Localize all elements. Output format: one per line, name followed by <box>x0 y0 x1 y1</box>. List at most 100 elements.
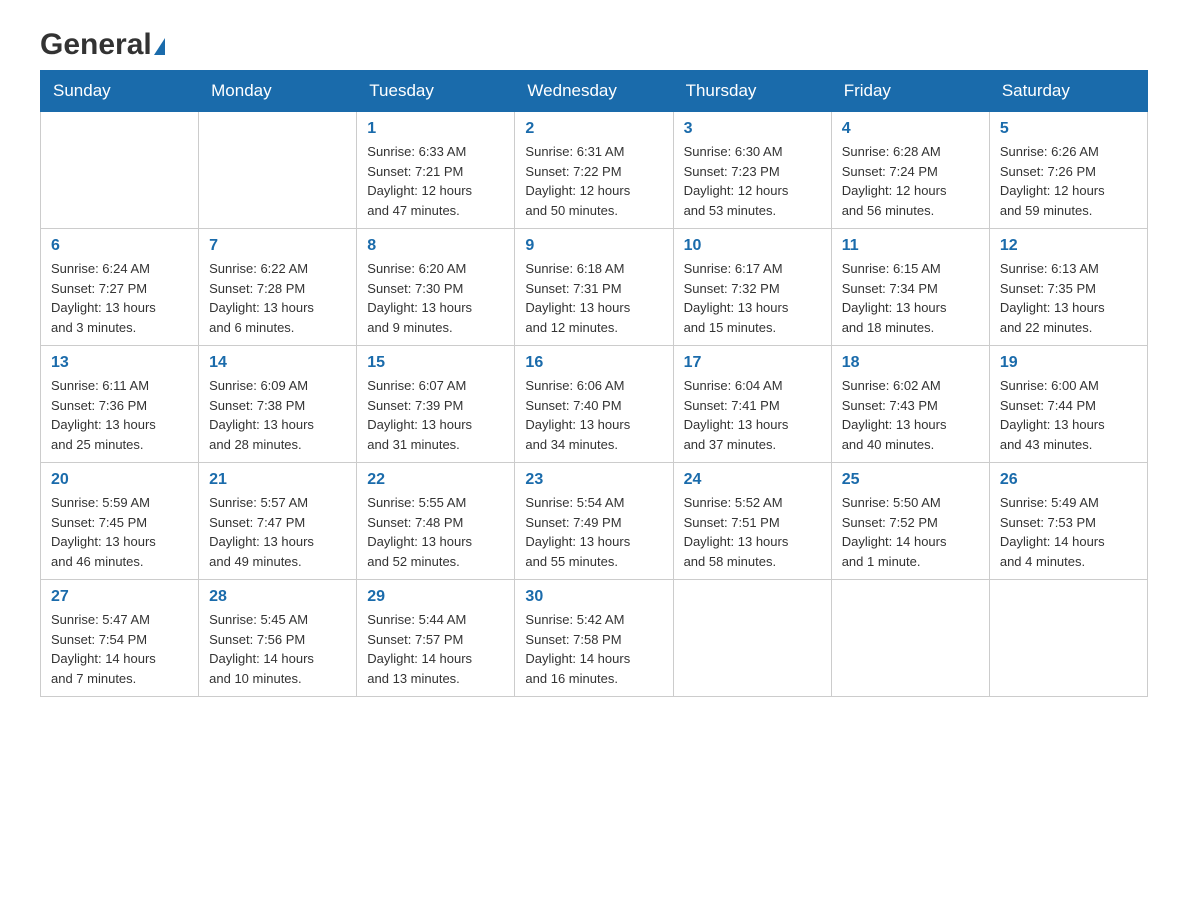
calendar-cell: 30 Sunrise: 5:42 AM Sunset: 7:58 PM Dayli… <box>515 580 673 697</box>
calendar-cell <box>41 112 199 229</box>
calendar-cell: 15 Sunrise: 6:07 AM Sunset: 7:39 PM Dayli… <box>357 346 515 463</box>
calendar-cell: 14 Sunrise: 6:09 AM Sunset: 7:38 PM Dayli… <box>199 346 357 463</box>
calendar-cell: 21 Sunrise: 5:57 AM Sunset: 7:47 PM Dayli… <box>199 463 357 580</box>
day-info: Sunrise: 6:33 AM Sunset: 7:21 PM Dayligh… <box>367 142 504 220</box>
weekday-header-row: SundayMondayTuesdayWednesdayThursdayFrid… <box>41 71 1148 112</box>
calendar-week-row: 20 Sunrise: 5:59 AM Sunset: 7:45 PM Dayli… <box>41 463 1148 580</box>
day-info: Sunrise: 5:59 AM Sunset: 7:45 PM Dayligh… <box>51 493 188 571</box>
calendar-cell: 5 Sunrise: 6:26 AM Sunset: 7:26 PM Daylig… <box>989 112 1147 229</box>
weekday-header-saturday: Saturday <box>989 71 1147 112</box>
day-info: Sunrise: 6:17 AM Sunset: 7:32 PM Dayligh… <box>684 259 821 337</box>
weekday-header-thursday: Thursday <box>673 71 831 112</box>
logo-general-text: General <box>40 30 152 60</box>
day-number: 19 <box>1000 354 1137 372</box>
day-number: 13 <box>51 354 188 372</box>
day-number: 20 <box>51 471 188 489</box>
calendar-cell: 22 Sunrise: 5:55 AM Sunset: 7:48 PM Dayli… <box>357 463 515 580</box>
day-number: 4 <box>842 120 979 138</box>
day-number: 25 <box>842 471 979 489</box>
day-number: 21 <box>209 471 346 489</box>
calendar-cell: 20 Sunrise: 5:59 AM Sunset: 7:45 PM Dayli… <box>41 463 199 580</box>
calendar-cell: 2 Sunrise: 6:31 AM Sunset: 7:22 PM Daylig… <box>515 112 673 229</box>
day-info: Sunrise: 5:52 AM Sunset: 7:51 PM Dayligh… <box>684 493 821 571</box>
day-number: 5 <box>1000 120 1137 138</box>
day-info: Sunrise: 5:44 AM Sunset: 7:57 PM Dayligh… <box>367 610 504 688</box>
calendar-cell: 12Sunrise: 6:13 AM Sunset: 7:35 PM Dayli… <box>989 229 1147 346</box>
weekday-header-wednesday: Wednesday <box>515 71 673 112</box>
day-info: Sunrise: 5:42 AM Sunset: 7:58 PM Dayligh… <box>525 610 662 688</box>
calendar-cell: 29 Sunrise: 5:44 AM Sunset: 7:57 PM Dayli… <box>357 580 515 697</box>
calendar-cell <box>989 580 1147 697</box>
day-info: Sunrise: 5:49 AM Sunset: 7:53 PM Dayligh… <box>1000 493 1137 571</box>
day-info: Sunrise: 5:45 AM Sunset: 7:56 PM Dayligh… <box>209 610 346 688</box>
day-number: 29 <box>367 588 504 606</box>
calendar-cell: 10Sunrise: 6:17 AM Sunset: 7:32 PM Dayli… <box>673 229 831 346</box>
day-number: 24 <box>684 471 821 489</box>
day-number: 11 <box>842 237 979 255</box>
day-info: Sunrise: 6:20 AM Sunset: 7:30 PM Dayligh… <box>367 259 504 337</box>
day-number: 8 <box>367 237 504 255</box>
day-info: Sunrise: 6:15 AM Sunset: 7:34 PM Dayligh… <box>842 259 979 337</box>
calendar-cell: 24 Sunrise: 5:52 AM Sunset: 7:51 PM Dayli… <box>673 463 831 580</box>
weekday-header-tuesday: Tuesday <box>357 71 515 112</box>
page-header: General <box>40 30 1148 56</box>
day-number: 26 <box>1000 471 1137 489</box>
day-number: 7 <box>209 237 346 255</box>
day-number: 2 <box>525 120 662 138</box>
day-info: Sunrise: 6:31 AM Sunset: 7:22 PM Dayligh… <box>525 142 662 220</box>
day-info: Sunrise: 6:24 AM Sunset: 7:27 PM Dayligh… <box>51 259 188 337</box>
calendar-cell: 26 Sunrise: 5:49 AM Sunset: 7:53 PM Dayli… <box>989 463 1147 580</box>
calendar-week-row: 13 Sunrise: 6:11 AM Sunset: 7:36 PM Dayli… <box>41 346 1148 463</box>
day-info: Sunrise: 6:11 AM Sunset: 7:36 PM Dayligh… <box>51 376 188 454</box>
day-number: 14 <box>209 354 346 372</box>
day-number: 23 <box>525 471 662 489</box>
calendar-cell <box>673 580 831 697</box>
calendar-cell: 27Sunrise: 5:47 AM Sunset: 7:54 PM Dayli… <box>41 580 199 697</box>
calendar-cell: 6 Sunrise: 6:24 AM Sunset: 7:27 PM Daylig… <box>41 229 199 346</box>
day-number: 15 <box>367 354 504 372</box>
day-info: Sunrise: 5:55 AM Sunset: 7:48 PM Dayligh… <box>367 493 504 571</box>
calendar-cell <box>831 580 989 697</box>
day-info: Sunrise: 6:02 AM Sunset: 7:43 PM Dayligh… <box>842 376 979 454</box>
calendar-cell <box>199 112 357 229</box>
day-info: Sunrise: 6:13 AM Sunset: 7:35 PM Dayligh… <box>1000 259 1137 337</box>
day-number: 22 <box>367 471 504 489</box>
day-number: 27 <box>51 588 188 606</box>
day-info: Sunrise: 6:04 AM Sunset: 7:41 PM Dayligh… <box>684 376 821 454</box>
calendar-cell: 7 Sunrise: 6:22 AM Sunset: 7:28 PM Daylig… <box>199 229 357 346</box>
calendar-cell: 9Sunrise: 6:18 AM Sunset: 7:31 PM Daylig… <box>515 229 673 346</box>
day-number: 16 <box>525 354 662 372</box>
logo: General <box>40 30 165 56</box>
calendar-week-row: 27Sunrise: 5:47 AM Sunset: 7:54 PM Dayli… <box>41 580 1148 697</box>
calendar-cell: 11 Sunrise: 6:15 AM Sunset: 7:34 PM Dayli… <box>831 229 989 346</box>
day-info: Sunrise: 6:09 AM Sunset: 7:38 PM Dayligh… <box>209 376 346 454</box>
day-number: 1 <box>367 120 504 138</box>
day-info: Sunrise: 6:26 AM Sunset: 7:26 PM Dayligh… <box>1000 142 1137 220</box>
day-number: 30 <box>525 588 662 606</box>
calendar-cell: 13 Sunrise: 6:11 AM Sunset: 7:36 PM Dayli… <box>41 346 199 463</box>
calendar-table: SundayMondayTuesdayWednesdayThursdayFrid… <box>40 70 1148 697</box>
weekday-header-monday: Monday <box>199 71 357 112</box>
day-info: Sunrise: 6:30 AM Sunset: 7:23 PM Dayligh… <box>684 142 821 220</box>
calendar-cell: 4 Sunrise: 6:28 AM Sunset: 7:24 PM Daylig… <box>831 112 989 229</box>
day-info: Sunrise: 5:54 AM Sunset: 7:49 PM Dayligh… <box>525 493 662 571</box>
calendar-cell: 18 Sunrise: 6:02 AM Sunset: 7:43 PM Dayli… <box>831 346 989 463</box>
day-info: Sunrise: 5:50 AM Sunset: 7:52 PM Dayligh… <box>842 493 979 571</box>
calendar-cell: 19Sunrise: 6:00 AM Sunset: 7:44 PM Dayli… <box>989 346 1147 463</box>
day-number: 18 <box>842 354 979 372</box>
day-info: Sunrise: 6:06 AM Sunset: 7:40 PM Dayligh… <box>525 376 662 454</box>
day-info: Sunrise: 6:07 AM Sunset: 7:39 PM Dayligh… <box>367 376 504 454</box>
day-info: Sunrise: 6:28 AM Sunset: 7:24 PM Dayligh… <box>842 142 979 220</box>
day-number: 3 <box>684 120 821 138</box>
logo-triangle-icon <box>154 38 165 55</box>
calendar-cell: 1 Sunrise: 6:33 AM Sunset: 7:21 PM Daylig… <box>357 112 515 229</box>
calendar-week-row: 6 Sunrise: 6:24 AM Sunset: 7:27 PM Daylig… <box>41 229 1148 346</box>
day-info: Sunrise: 5:57 AM Sunset: 7:47 PM Dayligh… <box>209 493 346 571</box>
calendar-cell: 25 Sunrise: 5:50 AM Sunset: 7:52 PM Dayli… <box>831 463 989 580</box>
day-info: Sunrise: 6:22 AM Sunset: 7:28 PM Dayligh… <box>209 259 346 337</box>
day-number: 6 <box>51 237 188 255</box>
day-number: 9 <box>525 237 662 255</box>
calendar-week-row: 1 Sunrise: 6:33 AM Sunset: 7:21 PM Daylig… <box>41 112 1148 229</box>
calendar-cell: 3 Sunrise: 6:30 AM Sunset: 7:23 PM Daylig… <box>673 112 831 229</box>
calendar-cell: 23 Sunrise: 5:54 AM Sunset: 7:49 PM Dayli… <box>515 463 673 580</box>
